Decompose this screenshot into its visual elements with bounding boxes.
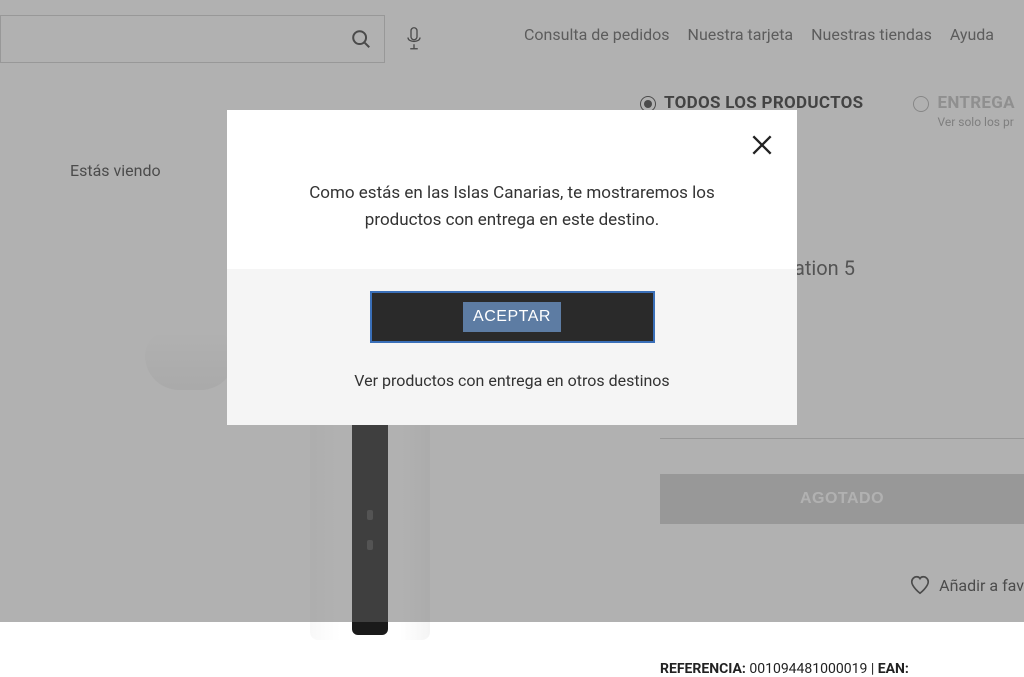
accept-label: ACEPTAR: [463, 302, 561, 332]
region-modal: Como estás en las Islas Canarias, te mos…: [227, 110, 797, 425]
modal-body: Como estás en las Islas Canarias, te mos…: [227, 110, 797, 269]
reference-value: 001094481000019: [749, 661, 867, 677]
close-icon[interactable]: [749, 132, 775, 158]
modal-message: Como estás en las Islas Canarias, te mos…: [277, 180, 747, 234]
other-destinations-link[interactable]: Ver productos con entrega en otros desti…: [277, 371, 747, 390]
reference-label: REFERENCIA:: [660, 661, 746, 677]
modal-footer: ACEPTAR Ver productos con entrega en otr…: [227, 269, 797, 425]
ean-label: EAN:: [878, 661, 909, 677]
reference-row: REFERENCIA: 001094481000019 | EAN:: [660, 661, 1024, 677]
modal-overlay: Como estás en las Islas Canarias, te mos…: [0, 0, 1024, 622]
accept-button[interactable]: ACEPTAR: [370, 291, 655, 343]
